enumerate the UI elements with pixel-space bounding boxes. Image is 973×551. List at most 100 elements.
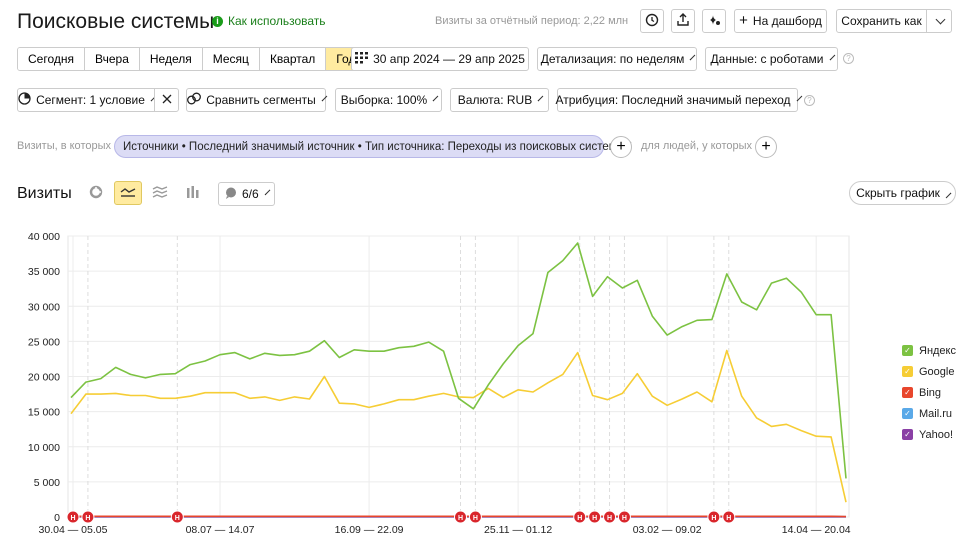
- chevron-down-icon: [796, 95, 802, 101]
- chart-legend: ✓ Яндекс ✓ Google ✓ Bing ✓ Mail.ru ✓ Yahoo!: [902, 340, 956, 445]
- checkbox-icon[interactable]: ✓: [902, 429, 913, 440]
- clock-icon: [645, 13, 659, 30]
- bar-chart-button[interactable]: [180, 181, 206, 205]
- chevron-down-icon: [537, 95, 544, 101]
- help-icon[interactable]: ?: [843, 53, 854, 64]
- attribution-label: Атрибуция: Последний значимый переход: [555, 93, 791, 107]
- visits-line-chart: 0 5 000 10 000 15 000 20 000 25 000 30 000 35 0…: [28, 231, 851, 536]
- close-icon: [162, 93, 172, 107]
- x-tick-label: 30.04 — 05.05: [39, 524, 108, 536]
- checkbox-icon[interactable]: ✓: [902, 366, 913, 377]
- y-tick-label: 30 000: [28, 301, 60, 313]
- y-tick-label: 35 000: [28, 266, 60, 278]
- page-title: Поисковые системы: [17, 10, 215, 33]
- data-mode-dropdown[interactable]: Данные: с роботами: [705, 47, 838, 71]
- calendar-icon: [355, 51, 369, 67]
- data-mode-label: Данные: с роботами: [710, 52, 824, 66]
- ai-assistant-button[interactable]: [702, 9, 726, 33]
- filter-chip[interactable]: Источники • Последний значимый источник …: [114, 135, 632, 158]
- period-yesterday[interactable]: Вчера: [85, 48, 140, 70]
- legend-item[interactable]: ✓ Mail.ru: [902, 403, 956, 424]
- segment-icon: [18, 92, 31, 108]
- chevron-down-icon: [829, 54, 835, 60]
- annotation-marker-label: Н: [70, 515, 75, 522]
- y-tick-label: 5 000: [34, 477, 60, 489]
- area-chart-button[interactable]: [147, 181, 173, 205]
- save-as-button[interactable]: Сохранить как: [836, 9, 927, 33]
- annotation-marker-label: Н: [85, 515, 90, 522]
- x-tick-label: 16.09 — 22.09: [335, 524, 404, 536]
- x-tick-label: 25.11 — 01.12: [484, 524, 552, 536]
- pie-chart-button[interactable]: [83, 181, 109, 205]
- dashboard-label: На дашборд: [752, 14, 822, 28]
- detail-label: Детализация: по неделям: [540, 52, 685, 66]
- legend-label: Bing: [919, 386, 942, 399]
- legend-item[interactable]: ✓ Яндекс: [902, 340, 956, 361]
- checkbox-icon[interactable]: ✓: [902, 387, 913, 398]
- annotation-marker-label: Н: [175, 515, 180, 522]
- checkbox-icon[interactable]: ✓: [902, 345, 913, 356]
- how-to-use-link[interactable]: i Как использовать: [212, 14, 326, 28]
- annotation-marker-label: Н: [473, 515, 478, 522]
- y-tick-label: 0: [54, 512, 60, 524]
- clear-segment-button[interactable]: [154, 88, 179, 112]
- period-quarter[interactable]: Квартал: [259, 48, 327, 70]
- compare-label: Сравнить сегменты: [206, 93, 316, 107]
- hide-chart-button[interactable]: Скрыть график: [849, 181, 956, 205]
- export-button[interactable]: [671, 9, 695, 33]
- chevron-down-icon: [321, 95, 328, 101]
- sample-dropdown[interactable]: Выборка: 100%: [335, 88, 442, 112]
- checkbox-icon[interactable]: ✓: [902, 408, 913, 419]
- plus-icon: +: [761, 138, 771, 155]
- chevron-down-icon: [264, 189, 271, 195]
- legend-item[interactable]: ✓ Yahoo!: [902, 424, 956, 445]
- annotation-marker-label: Н: [607, 515, 612, 522]
- add-to-dashboard-button[interactable]: + На дашборд: [734, 9, 827, 33]
- period-month[interactable]: Месяц: [202, 48, 260, 70]
- filter-chip-label: Источники • Последний значимый источник …: [123, 140, 617, 153]
- period-today[interactable]: Сегодня: [18, 48, 85, 70]
- legend-item[interactable]: ✓ Bing: [902, 382, 956, 403]
- date-range-label: 30 апр 2024 — 29 апр 2025: [373, 52, 525, 66]
- compare-segments-dropdown[interactable]: Сравнить сегменты: [186, 88, 328, 112]
- legend-label: Яндекс: [919, 344, 956, 357]
- date-range-picker[interactable]: 30 апр 2024 — 29 апр 2025: [351, 47, 529, 71]
- line-chart-button[interactable]: [114, 181, 142, 205]
- annotation-marker-label: Н: [458, 515, 463, 522]
- sparkle-icon: [707, 13, 721, 30]
- visits-total: Визиты за отчётный период: 2,22 млн: [435, 15, 629, 27]
- period-selector: Сегодня Вчера Неделя Месяц Квартал Год: [17, 47, 367, 71]
- help-icon[interactable]: ?: [804, 95, 815, 106]
- segment-dropdown[interactable]: Сегмент: 1 условие: [17, 88, 157, 112]
- history-button[interactable]: [640, 9, 664, 33]
- annotation-marker-label: Н: [577, 515, 582, 522]
- series-selector-dropdown[interactable]: 6/6: [218, 182, 275, 206]
- legend-label: Mail.ru: [919, 407, 953, 420]
- save-as-label: Сохранить как: [841, 14, 922, 28]
- add-people-filter-button[interactable]: +: [755, 136, 777, 158]
- annotation-marker-label: Н: [726, 515, 731, 522]
- legend-item[interactable]: ✓ Google: [902, 361, 956, 382]
- legend-label: Yahoo!: [919, 428, 954, 441]
- save-options-dropdown[interactable]: [926, 9, 952, 33]
- comment-icon: [225, 187, 237, 202]
- currency-dropdown[interactable]: Валюта: RUB: [450, 88, 549, 112]
- detail-dropdown[interactable]: Детализация: по неделям: [537, 47, 697, 71]
- filter-prefix: Визиты, в которых: [17, 140, 111, 152]
- x-tick-label: 14.04 — 20.04: [782, 524, 851, 536]
- period-week[interactable]: Неделя: [139, 48, 203, 70]
- chevron-down-icon: [935, 14, 946, 24]
- add-visit-filter-button[interactable]: +: [610, 136, 632, 158]
- plus-icon: +: [616, 138, 626, 155]
- annotation-marker-label: Н: [592, 515, 597, 522]
- y-tick-label: 10 000: [28, 442, 60, 454]
- plus-icon: +: [739, 12, 748, 29]
- area-chart-icon: [152, 185, 168, 201]
- hide-chart-label: Скрыть график: [856, 186, 940, 200]
- series-count: 6/6: [242, 187, 259, 201]
- line-chart-icon: [120, 186, 136, 201]
- annotation-marker-label: Н: [711, 515, 716, 522]
- y-tick-label: 40 000: [28, 231, 60, 243]
- people-filter-label: для людей, у которых: [641, 140, 752, 152]
- attribution-dropdown[interactable]: Атрибуция: Последний значимый переход: [555, 88, 802, 112]
